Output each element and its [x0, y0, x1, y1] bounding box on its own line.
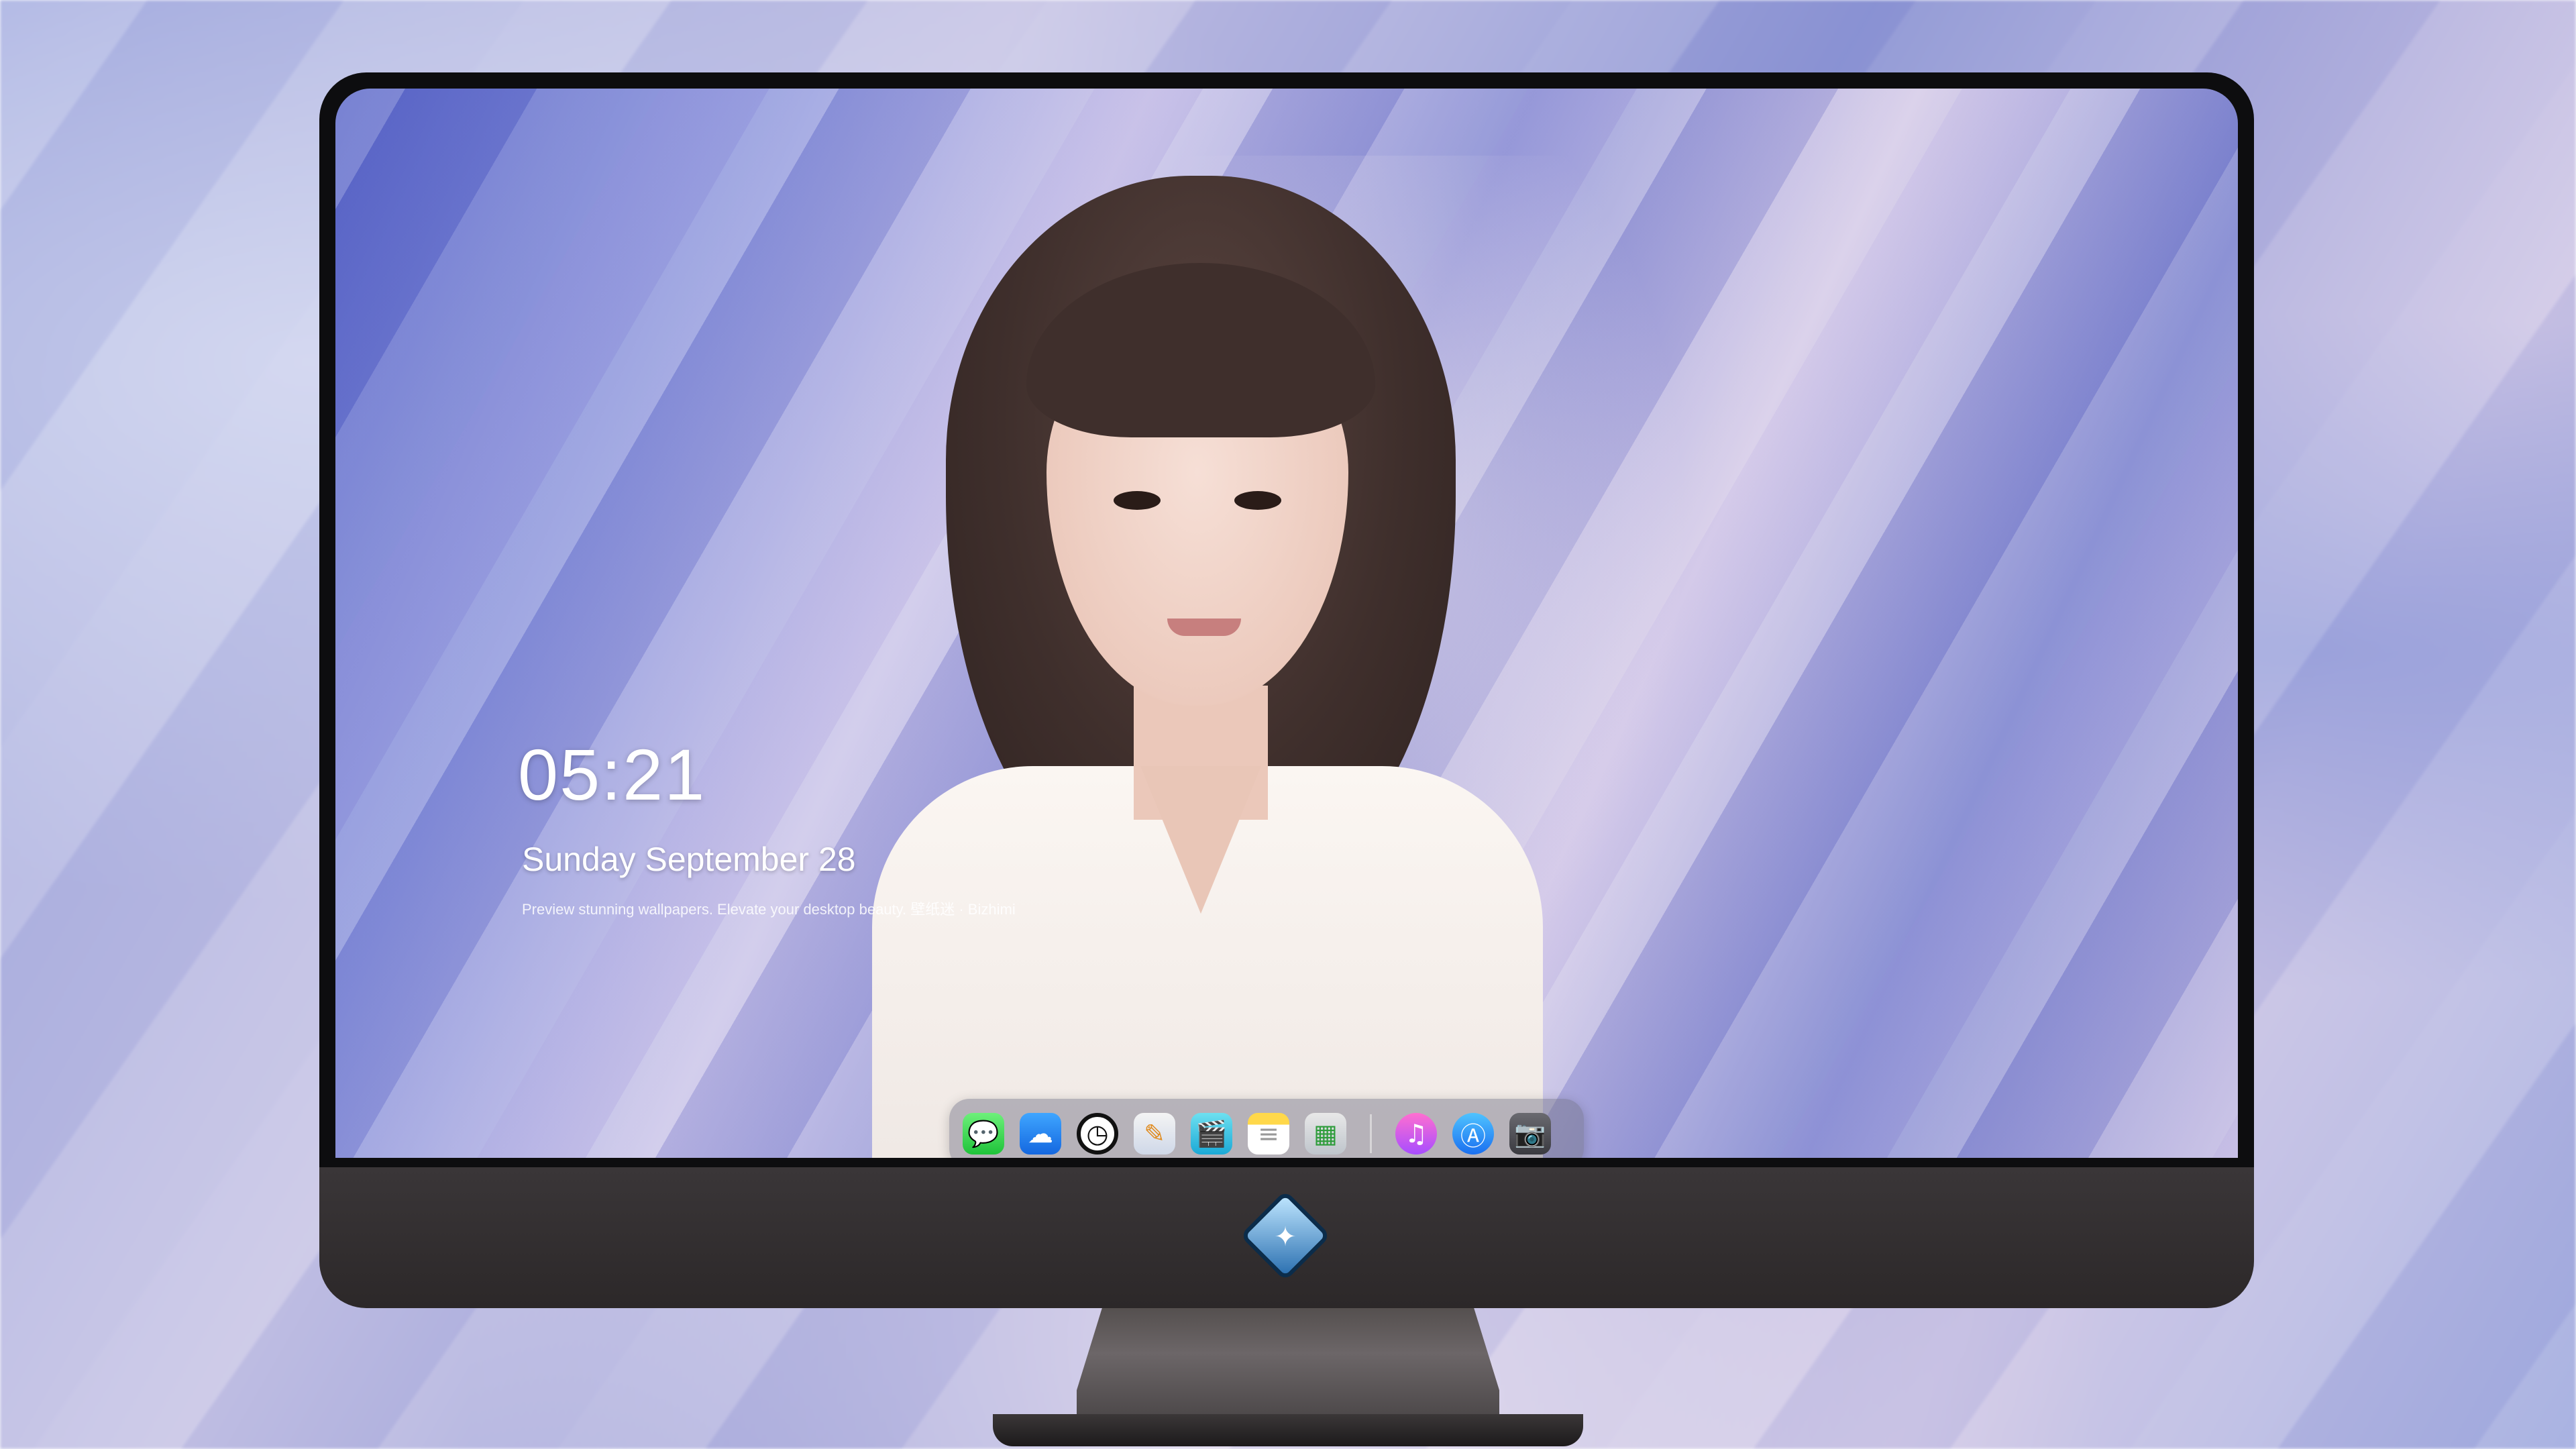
dock: 💬 ☁ ◷ ✎ 🎬 ≡ ▦ ♫ Ⓐ 📷: [949, 1099, 1584, 1158]
music-icon[interactable]: ♫: [1395, 1113, 1437, 1155]
monitor: 05:21 Sunday September 28 Preview stunni…: [319, 72, 2254, 1308]
camera-icon[interactable]: 📷: [1509, 1113, 1551, 1155]
app-store-icon[interactable]: Ⓐ: [1452, 1113, 1494, 1155]
monitor-stand: [1077, 1308, 1499, 1422]
preview-icon[interactable]: ✎: [1134, 1113, 1175, 1155]
lockscreen-time: 05:21: [518, 734, 706, 815]
monitor-base: [993, 1414, 1583, 1446]
notes-icon[interactable]: ≡: [1248, 1113, 1289, 1155]
messages-icon[interactable]: 💬: [963, 1113, 1004, 1155]
lockscreen-date: Sunday September 28: [522, 841, 856, 878]
wallpaper-portrait: [778, 176, 1623, 1158]
numbers-icon[interactable]: ▦: [1305, 1113, 1346, 1155]
brand-logo-glyph: ✦: [1274, 1222, 1297, 1252]
desktop-screen: 05:21 Sunday September 28 Preview stunni…: [335, 89, 2238, 1158]
clips-icon[interactable]: 🎬: [1191, 1113, 1232, 1155]
lockscreen-tagline: Preview stunning wallpapers. Elevate you…: [522, 901, 1016, 918]
weather-icon[interactable]: ☁: [1020, 1113, 1061, 1155]
bezel-bottom: [319, 1158, 2254, 1167]
dock-separator: [1370, 1114, 1372, 1153]
clock-icon[interactable]: ◷: [1077, 1113, 1118, 1155]
